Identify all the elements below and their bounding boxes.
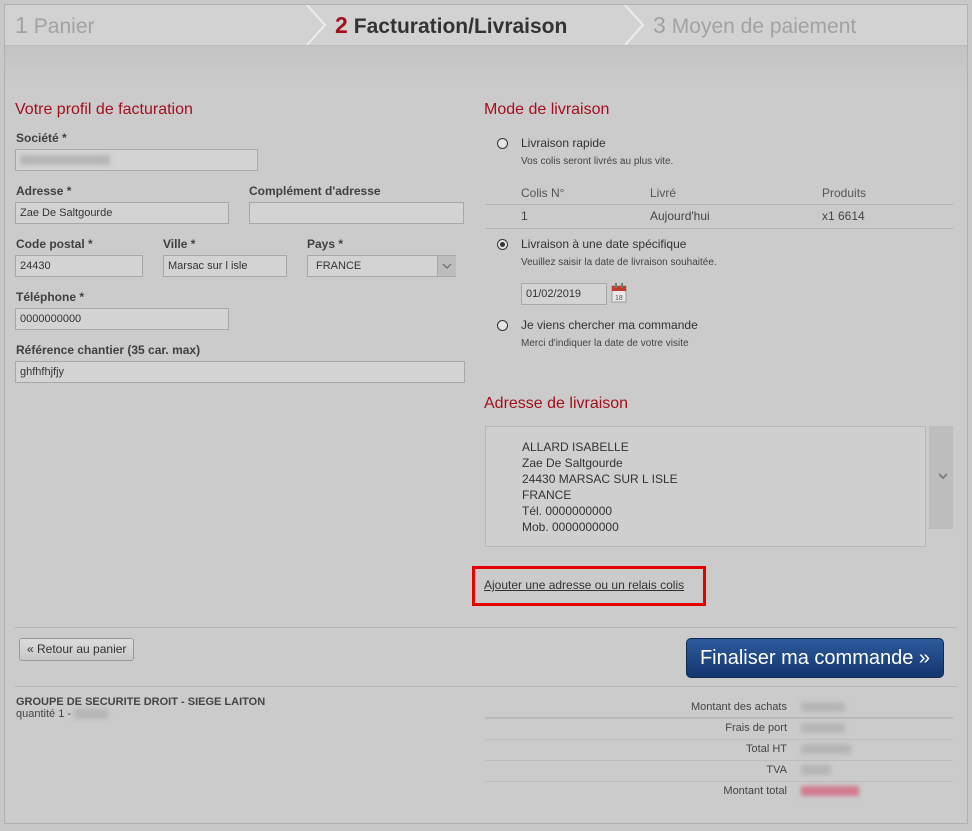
ville-label: Ville * xyxy=(163,237,196,251)
step-label: Panier xyxy=(33,15,95,38)
step-number: 2 xyxy=(335,12,348,38)
address-street: Zae De Saltgourde xyxy=(522,456,623,470)
delivery-title: Mode de livraison xyxy=(484,101,610,118)
calendar-icon[interactable]: 18 xyxy=(611,283,627,303)
step-cart[interactable]: 1 Panier xyxy=(15,12,95,39)
header-band xyxy=(5,46,967,90)
product-quantity: quantité 1 - xyxy=(16,708,109,720)
table-header-livre: Livré xyxy=(650,186,677,200)
adresse-input[interactable]: Zae De Saltgourde xyxy=(15,202,229,224)
total-label: Total HT xyxy=(746,743,787,755)
societe-label: Société * xyxy=(16,131,67,145)
redacted-value xyxy=(801,786,859,796)
checkout-steps: 1 Panier 2 Facturation/Livraison 3 Moyen de… xyxy=(5,5,967,46)
checkout-page: 1 Panier 2 Facturation/Livraison 3 Moyen de… xyxy=(4,4,968,824)
complement-label: Complément d'adresse xyxy=(249,184,381,198)
redacted-value xyxy=(74,709,109,720)
option-date-specifique[interactable]: Livraison à une date spécifique xyxy=(521,237,686,251)
pays-select[interactable]: FRANCE xyxy=(307,255,456,277)
option-retrait[interactable]: Je viens chercher ma commande xyxy=(521,318,698,332)
divider xyxy=(15,686,957,687)
total-label: Montant total xyxy=(723,785,787,797)
option-retrait-desc: Merci d'indiquer la date de votre visite xyxy=(521,338,689,349)
address-mobile: Mob. 0000000000 xyxy=(522,520,619,534)
total-label: Montant des achats xyxy=(690,701,787,713)
svg-text:18: 18 xyxy=(615,295,623,302)
complement-input[interactable] xyxy=(249,202,464,224)
step-label: Facturation/Livraison xyxy=(353,15,568,38)
telephone-input[interactable]: 0000000000 xyxy=(15,308,229,330)
step-number: 3 xyxy=(653,12,666,38)
dropdown-button[interactable] xyxy=(437,256,456,276)
address-lines: ALLARD ISABELLE Zae De Saltgourde 24430 … xyxy=(522,439,678,535)
reference-label: Référence chantier (35 car. max) xyxy=(16,343,201,357)
redacted-value xyxy=(801,702,845,712)
billing-title: Votre profil de facturation xyxy=(15,101,193,118)
pays-value: FRANCE xyxy=(316,260,362,272)
totals-row: Montant des achats xyxy=(485,697,953,719)
delivery-address-box[interactable]: ALLARD ISABELLE Zae De Saltgourde 24430 … xyxy=(485,426,926,547)
option-livraison-rapide[interactable]: Livraison rapide xyxy=(521,136,606,150)
finalize-order-button[interactable]: Finaliser ma commande » xyxy=(686,638,944,678)
table-cell-colis: 1 xyxy=(521,209,528,223)
step-label: Moyen de paiement xyxy=(671,15,857,38)
radio-retrait[interactable] xyxy=(497,320,508,331)
radio-date-specifique[interactable] xyxy=(497,239,508,250)
totals-row: Montant total xyxy=(485,781,953,802)
highlight-box xyxy=(472,566,706,606)
table-header-produits: Produits xyxy=(822,186,867,200)
table-divider xyxy=(485,228,953,229)
redacted-value xyxy=(801,765,831,775)
radio-livraison-rapide[interactable] xyxy=(497,138,508,149)
telephone-label: Téléphone * xyxy=(16,290,85,304)
totals-row: Frais de port xyxy=(485,718,953,740)
chevron-right-icon xyxy=(306,5,327,45)
chevron-right-icon xyxy=(624,5,645,45)
redacted-value xyxy=(20,155,110,166)
total-label: Frais de port xyxy=(725,722,787,734)
pays-label: Pays * xyxy=(307,237,344,251)
chevron-down-icon xyxy=(442,263,452,270)
option-date-specifique-desc: Veuillez saisir la date de livraison sou… xyxy=(521,257,717,268)
reference-input[interactable]: ghfhfhjfjy xyxy=(15,361,465,383)
step-number: 1 xyxy=(15,12,28,38)
code-postal-label: Code postal * xyxy=(16,237,93,251)
ville-input[interactable]: Marsac sur l isle xyxy=(163,255,287,277)
total-label: TVA xyxy=(766,764,787,776)
date-input[interactable]: 01/02/2019 xyxy=(521,283,607,305)
step-payment: 3 Moyen de paiement xyxy=(653,12,856,39)
step-billing: 2 Facturation/Livraison xyxy=(335,12,567,39)
divider xyxy=(15,627,957,628)
address-phone: Tél. 0000000000 xyxy=(522,504,613,518)
back-to-cart-button[interactable]: « Retour au panier xyxy=(19,638,135,661)
redacted-value xyxy=(801,723,845,733)
totals-row: TVA xyxy=(485,760,953,782)
table-cell-produits: x1 6614 xyxy=(822,209,865,223)
quantity-label: quantité 1 - xyxy=(16,708,72,720)
table-header-colis: Colis N° xyxy=(521,186,565,200)
adresse-label: Adresse * xyxy=(16,184,72,198)
product-name: GROUPE DE SECURITE DROIT - SIEGE LAITON xyxy=(16,696,266,708)
societe-input[interactable] xyxy=(15,149,258,171)
totals-row: Total HT xyxy=(485,739,953,761)
option-livraison-rapide-desc: Vos colis seront livrés au plus vite. xyxy=(521,156,674,167)
delivery-address-title: Adresse de livraison xyxy=(484,395,629,412)
address-name: ALLARD ISABELLE xyxy=(522,440,629,454)
table-cell-livre: Aujourd'hui xyxy=(650,209,710,223)
table-divider xyxy=(485,204,953,205)
address-city: 24430 MARSAC SUR L ISLE xyxy=(522,472,678,486)
code-postal-input[interactable]: 24430 xyxy=(15,255,143,277)
chevron-down-icon xyxy=(938,473,948,480)
address-country: FRANCE xyxy=(522,488,572,502)
redacted-value xyxy=(801,744,851,754)
